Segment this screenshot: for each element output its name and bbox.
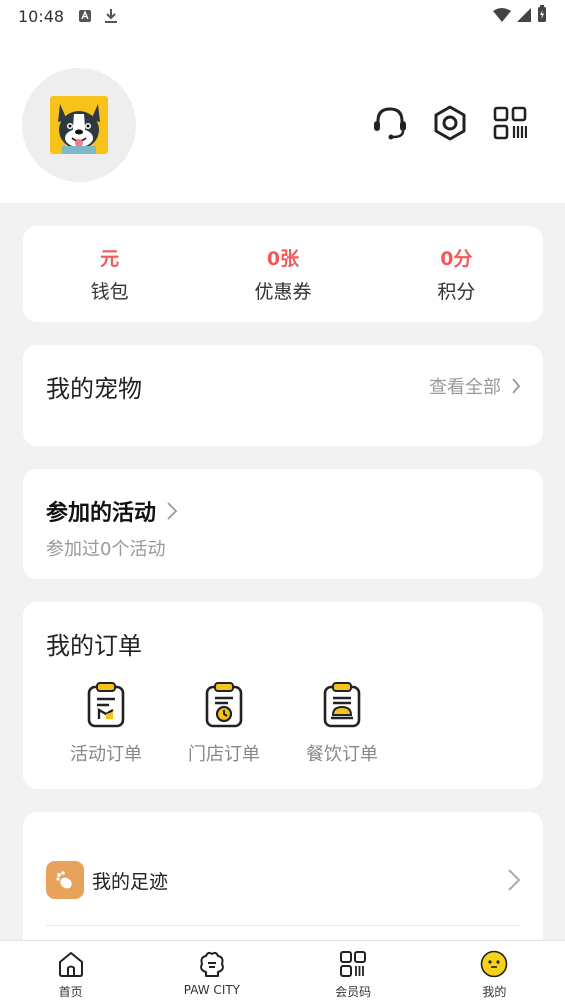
qr-code-button[interactable] — [491, 104, 529, 142]
account-stats-card: 元 钱包 0张 优惠券 0分 积分 — [23, 226, 543, 322]
wallet-label: 钱包 — [90, 281, 129, 303]
footprint-icon — [46, 861, 84, 899]
headset-icon — [374, 107, 406, 140]
divider — [46, 925, 521, 926]
dog-avatar-image — [50, 96, 108, 154]
nav-paw-city-label: PAW CITY — [183, 983, 241, 997]
settings-button[interactable] — [431, 104, 469, 142]
activities-subtitle: 参加过0个活动 — [46, 539, 166, 560]
food-orders-button[interactable]: 餐饮订单 — [293, 682, 391, 766]
settings-hexagon-icon — [434, 105, 466, 141]
signal-icon — [517, 7, 531, 26]
coupon-label: 优惠券 — [254, 281, 312, 303]
activities-title: 参加的活动 — [46, 501, 157, 526]
points-value: 0分 — [440, 248, 473, 270]
see-all-label: 查看全部 — [429, 377, 501, 398]
bottom-navigation: 首页 PAW CITY 会员码 我的 — [0, 940, 565, 1004]
home-icon — [56, 949, 86, 979]
joined-activities-card[interactable]: 参加的活动 参加过0个活动 — [23, 469, 543, 579]
customer-service-button[interactable] — [371, 104, 409, 142]
nav-paw-city[interactable]: PAW CITY — [141, 941, 282, 1004]
avatar[interactable] — [22, 68, 136, 182]
member-code-icon — [338, 949, 368, 979]
wallet-value: 元 — [100, 248, 120, 270]
activity-orders-label: 活动订单 — [70, 744, 142, 765]
points-stat[interactable]: 0分 积分 — [370, 226, 543, 322]
see-all-pets-link[interactable]: 查看全部 — [429, 373, 521, 399]
wifi-icon — [493, 7, 511, 26]
chevron-right-icon — [508, 869, 521, 891]
my-footprint-label: 我的足迹 — [92, 870, 169, 893]
battery-icon — [537, 5, 547, 27]
store-orders-button[interactable]: 门店订单 — [175, 682, 273, 766]
my-footprint-row[interactable]: 我的足迹 — [46, 860, 521, 900]
qr-code-icon — [493, 106, 527, 140]
nav-home[interactable]: 首页 — [0, 941, 141, 1004]
status-time: 10:48 — [18, 6, 65, 26]
activity-order-icon — [87, 682, 125, 728]
store-orders-label: 门店订单 — [188, 744, 260, 765]
my-pets-title: 我的宠物 — [46, 375, 142, 403]
nav-home-label: 首页 — [58, 985, 83, 999]
status-bar: 10:48 — [0, 0, 565, 32]
nav-mine[interactable]: 我的 — [424, 941, 565, 1004]
wallet-stat[interactable]: 元 钱包 — [23, 226, 196, 322]
coupon-stat[interactable]: 0张 优惠券 — [196, 226, 369, 322]
store-order-icon — [205, 682, 243, 728]
coupon-value: 0张 — [266, 248, 300, 270]
profile-face-icon — [479, 949, 509, 979]
profile-header — [0, 32, 565, 203]
activities-title-row: 参加的活动 — [46, 495, 178, 527]
nav-member-code[interactable]: 会员码 — [283, 941, 424, 1004]
header-actions — [371, 104, 529, 142]
chevron-right-icon — [167, 502, 178, 520]
order-type-list: 活动订单 门店订单 餐饮订单 — [57, 682, 391, 766]
nav-member-code-label: 会员码 — [335, 985, 372, 999]
nav-mine-label: 我的 — [482, 985, 507, 999]
paw-city-icon — [197, 949, 227, 979]
chevron-right-icon — [512, 378, 521, 394]
my-orders-title: 我的订单 — [46, 632, 142, 660]
food-order-icon — [323, 682, 361, 728]
download-icon — [104, 8, 118, 24]
my-pets-card: 我的宠物 查看全部 — [23, 345, 543, 446]
notification-a-icon — [78, 9, 92, 23]
my-orders-card: 我的订单 活动订单 门店订单 餐饮订单 — [23, 602, 543, 789]
food-orders-label: 餐饮订单 — [306, 744, 378, 765]
points-label: 积分 — [437, 281, 476, 303]
activity-orders-button[interactable]: 活动订单 — [57, 682, 155, 766]
